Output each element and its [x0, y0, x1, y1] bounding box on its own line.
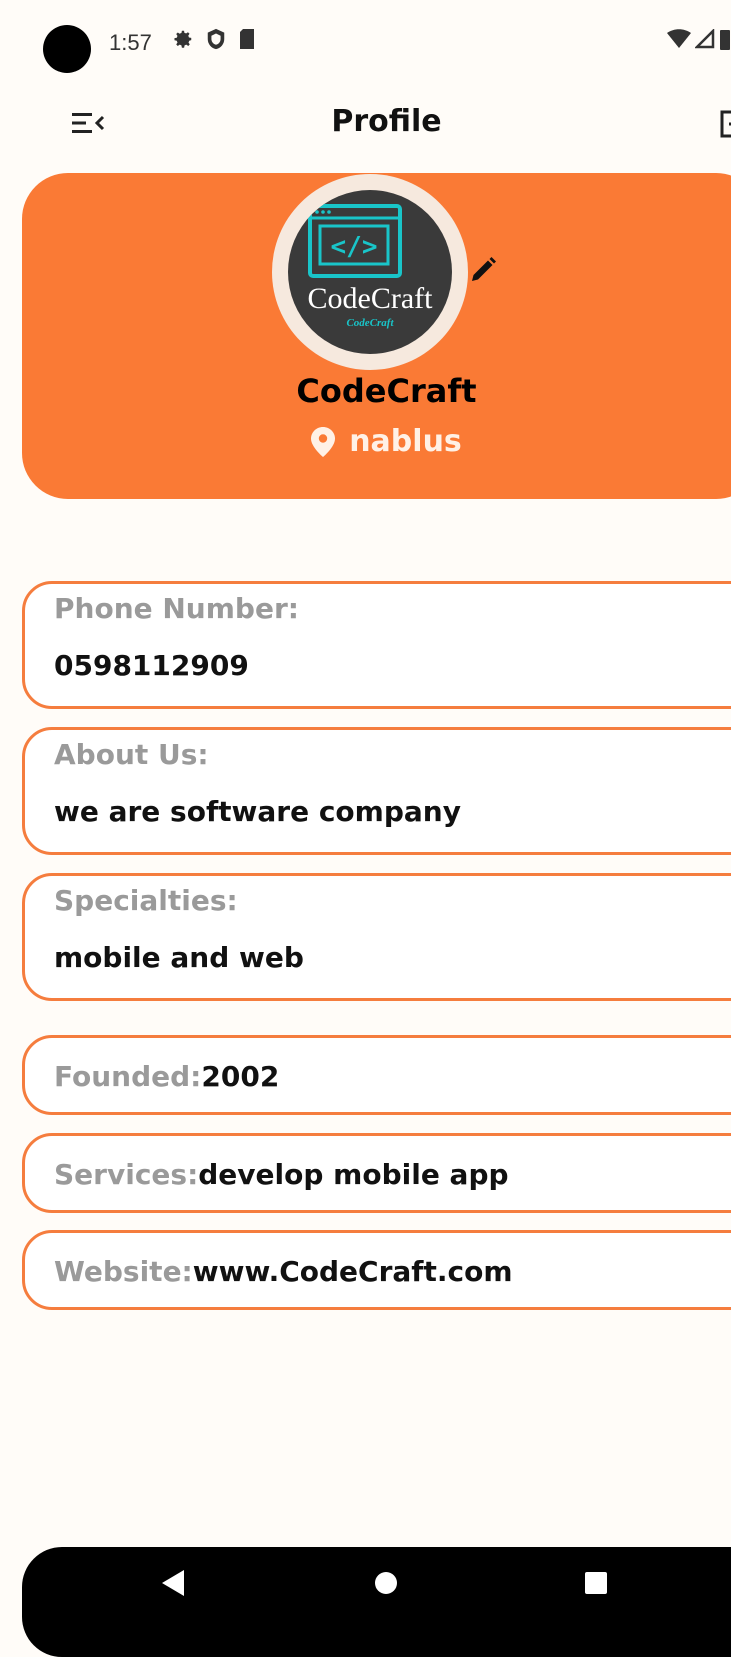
about-value: we are software company [54, 795, 461, 828]
system-nav-bar [22, 1547, 731, 1657]
logout-icon[interactable] [719, 110, 731, 138]
location-row: nablus [0, 424, 731, 459]
specialties-value: mobile and web [54, 941, 304, 974]
services-row: Services:develop mobile app [54, 1158, 509, 1191]
specialties-label: Specialties: [54, 884, 238, 917]
phone-label: Phone Number: [54, 592, 299, 625]
company-logo[interactable]: </> CodeCraft CodeCraft [288, 190, 452, 354]
location-pin-icon [311, 426, 336, 457]
specialties-card: Specialties: mobile and web [22, 873, 731, 1001]
wifi-icon [667, 29, 691, 48]
page-title: Profile [331, 104, 442, 139]
status-time: 1:57 [109, 30, 152, 55]
logo-code-symbol: </> [331, 232, 378, 262]
company-name: CodeCraft [296, 372, 477, 410]
camera-cutout [43, 25, 91, 73]
recents-icon[interactable] [584, 1571, 608, 1595]
services-card: Services:develop mobile app [22, 1133, 731, 1213]
logo-text: CodeCraft [308, 282, 434, 315]
signal-icon [695, 29, 715, 49]
phone-card: Phone Number: 0598112909 [22, 581, 731, 709]
phone-value: 0598112909 [54, 649, 249, 682]
about-card: About Us: we are software company [22, 727, 731, 855]
shield-icon [207, 28, 225, 50]
founded-label: Founded: [54, 1060, 202, 1093]
services-value: develop mobile app [198, 1158, 509, 1191]
services-label: Services: [54, 1158, 199, 1191]
edit-pencil-icon[interactable] [468, 255, 498, 285]
website-card: Website:www.CodeCraft.com [22, 1230, 731, 1310]
website-row: Website:www.CodeCraft.com [54, 1255, 513, 1288]
settings-icon [174, 30, 192, 48]
website-value[interactable]: www.CodeCraft.com [193, 1255, 513, 1288]
founded-row: Founded:2002 [54, 1060, 279, 1093]
logo-subtext: CodeCraft [346, 317, 394, 329]
founded-card: Founded:2002 [22, 1035, 731, 1115]
founded-value: 2002 [201, 1060, 280, 1093]
battery-icon [720, 30, 730, 50]
about-label: About Us: [54, 738, 209, 771]
home-icon[interactable] [374, 1571, 398, 1595]
status-icons [172, 28, 256, 50]
website-label: Website: [54, 1255, 193, 1288]
location-text: nablus [349, 424, 462, 459]
back-icon[interactable] [160, 1569, 186, 1597]
sd-card-icon [240, 29, 254, 49]
status-right-icons [667, 28, 731, 50]
